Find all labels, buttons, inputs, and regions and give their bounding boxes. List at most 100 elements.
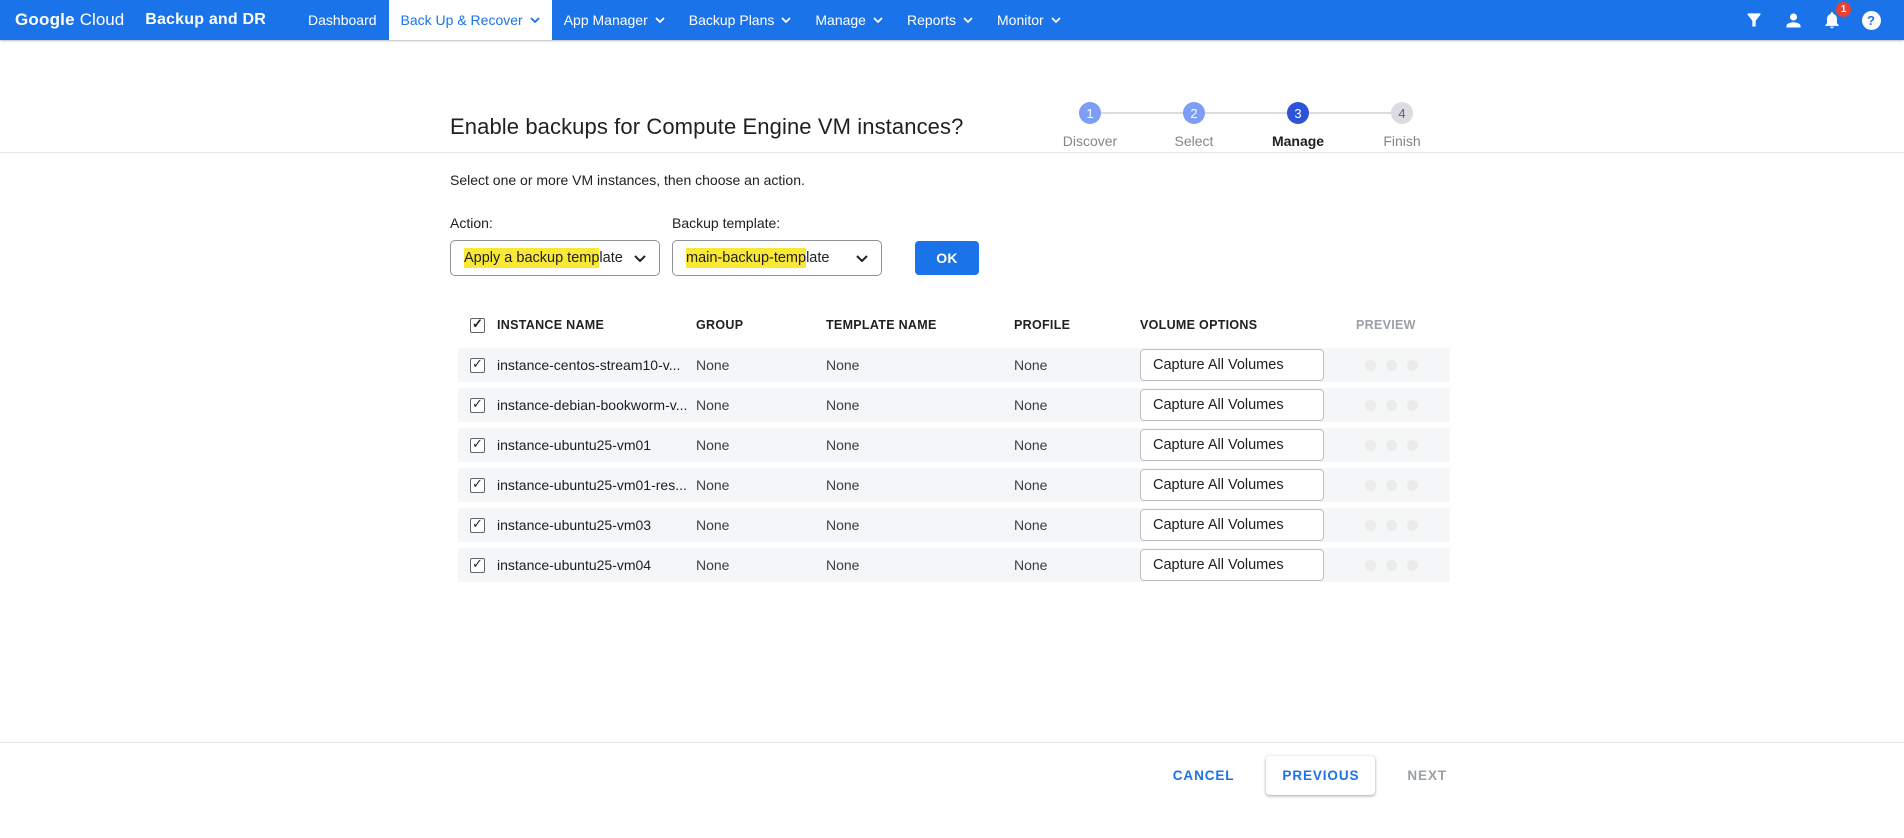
table-row: instance-ubuntu25-vm03 None None None Ca… [458, 508, 1450, 542]
row-checkbox[interactable] [470, 556, 485, 573]
group-cell: None [696, 357, 730, 373]
action-select[interactable]: Apply a backup template [450, 240, 660, 276]
instance-name-cell: instance-ubuntu25-vm03 [497, 517, 652, 533]
row-checkbox[interactable] [470, 436, 485, 453]
preview-dot [1386, 359, 1397, 371]
notification-badge: 1 [1836, 2, 1851, 17]
preview-dots [1356, 399, 1450, 411]
column-header-profile: PROFILE [1014, 318, 1071, 332]
instance-name-cell: instance-ubuntu25-vm01 [497, 437, 652, 453]
header-divider [0, 152, 1904, 153]
table-header-row: INSTANCE NAME GROUP TEMPLATE NAME PROFIL… [458, 312, 1450, 338]
chevron-down-icon [1051, 17, 1061, 23]
nav-item-backup-recover[interactable]: Back Up & Recover [388, 0, 552, 40]
profile-cell: None [1014, 517, 1048, 533]
preview-dot [1407, 439, 1418, 451]
step-manage: 3 Manage [1246, 102, 1350, 149]
nav-item-manage[interactable]: Manage [803, 0, 895, 40]
step-label: Discover [1062, 133, 1118, 149]
template-cell: None [826, 477, 860, 493]
filter-icon[interactable] [1743, 9, 1765, 31]
volume-options-select[interactable]: Capture All Volumes [1140, 349, 1324, 381]
cloud-logo: Cloud [79, 10, 125, 29]
nav-item-label: Backup Plans [688, 12, 775, 28]
chevron-down-icon [856, 254, 868, 262]
column-header-group: GROUP [696, 318, 744, 332]
user-icon[interactable] [1782, 9, 1804, 31]
volume-options-select[interactable]: Capture All Volumes [1140, 469, 1324, 501]
next-button[interactable]: NEXT [1405, 762, 1449, 789]
step-select: 2 Select [1142, 102, 1246, 149]
footer-actions: CANCEL PREVIOUS NEXT [1171, 756, 1449, 795]
nav-item-dashboard[interactable]: Dashboard [296, 0, 389, 40]
select-all-checkbox[interactable] [470, 316, 485, 333]
template-value-rest: late [806, 250, 830, 266]
ok-button[interactable]: OK [915, 241, 979, 275]
template-cell: None [826, 517, 860, 533]
backup-template-label: Backup template: [672, 215, 781, 231]
instance-name-cell: instance-ubuntu25-vm04 [497, 557, 652, 573]
row-checkbox[interactable] [470, 356, 485, 373]
funnel-icon [1747, 13, 1761, 27]
column-header-preview: PREVIEW [1356, 318, 1416, 332]
wizard-header: Enable backups for Compute Engine VM ins… [0, 40, 1904, 152]
nav-item-label: Dashboard [308, 12, 377, 28]
preview-dot [1365, 439, 1376, 451]
highlighted-text: main-backup-temp [686, 248, 807, 268]
volume-options-select[interactable]: Capture All Volumes [1140, 509, 1324, 541]
brand: Google Cloud Backup and DR [0, 0, 266, 40]
step-number: 3 [1287, 102, 1309, 124]
step-number: 1 [1079, 102, 1101, 124]
row-checkbox[interactable] [470, 516, 485, 533]
chevron-down-icon [873, 17, 883, 23]
nav-item-label: Back Up & Recover [400, 12, 523, 28]
row-checkbox[interactable] [470, 476, 485, 493]
previous-button[interactable]: PREVIOUS [1266, 756, 1376, 795]
instance-name-cell: instance-ubuntu25-vm01-res... [497, 477, 687, 493]
preview-dot [1407, 359, 1418, 371]
preview-dot [1365, 359, 1376, 371]
instruction-text: Select one or more VM instances, then ch… [450, 172, 805, 188]
product-name: Backup and DR [145, 11, 267, 28]
nav-item-backup-plans[interactable]: Backup Plans [677, 0, 804, 40]
step-number: 4 [1391, 102, 1413, 124]
chevron-down-icon [963, 17, 973, 23]
step-finish: 4 Finish [1350, 102, 1454, 149]
volume-options-select[interactable]: Capture All Volumes [1140, 389, 1324, 421]
table-row: instance-debian-bookworm-v... None None … [458, 388, 1450, 422]
nav-item-reports[interactable]: Reports [895, 0, 985, 40]
nav-item-monitor[interactable]: Monitor [985, 0, 1073, 40]
column-header-instance-name: INSTANCE NAME [497, 318, 605, 332]
chevron-down-icon [634, 254, 646, 262]
chevron-down-icon [530, 17, 540, 23]
preview-dot [1386, 559, 1397, 571]
backup-template-select[interactable]: main-backup-template [672, 240, 882, 276]
notifications-icon[interactable]: 1 [1821, 2, 1851, 31]
group-cell: None [696, 517, 730, 533]
volume-options-select[interactable]: Capture All Volumes [1140, 429, 1324, 461]
top-nav: Google Cloud Backup and DR Dashboard Bac… [0, 0, 1904, 40]
step-label: Select [1174, 133, 1214, 149]
action-select-value: Apply a backup template [464, 248, 623, 268]
template-cell: None [826, 357, 860, 373]
table-row: instance-centos-stream10-v... None None … [458, 348, 1450, 382]
footer-divider [0, 742, 1904, 743]
row-checkbox[interactable] [470, 396, 485, 413]
group-cell: None [696, 557, 730, 573]
action-label: Action: [450, 215, 493, 231]
profile-cell: None [1014, 477, 1048, 493]
preview-dot [1365, 399, 1376, 411]
page-title: Enable backups for Compute Engine VM ins… [450, 114, 964, 139]
preview-dot [1365, 559, 1376, 571]
preview-dots [1356, 359, 1450, 371]
nav-item-label: Monitor [997, 12, 1044, 28]
column-header-template-name: TEMPLATE NAME [826, 318, 937, 332]
nav-item-app-manager[interactable]: App Manager [552, 0, 677, 40]
help-icon[interactable]: ? [1860, 9, 1882, 31]
template-cell: None [826, 437, 860, 453]
volume-options-select[interactable]: Capture All Volumes [1140, 549, 1324, 581]
nav-item-label: Manage [815, 12, 866, 28]
preview-dot [1386, 519, 1397, 531]
cancel-button[interactable]: CANCEL [1171, 762, 1237, 789]
table-row: instance-ubuntu25-vm01 None None None Ca… [458, 428, 1450, 462]
